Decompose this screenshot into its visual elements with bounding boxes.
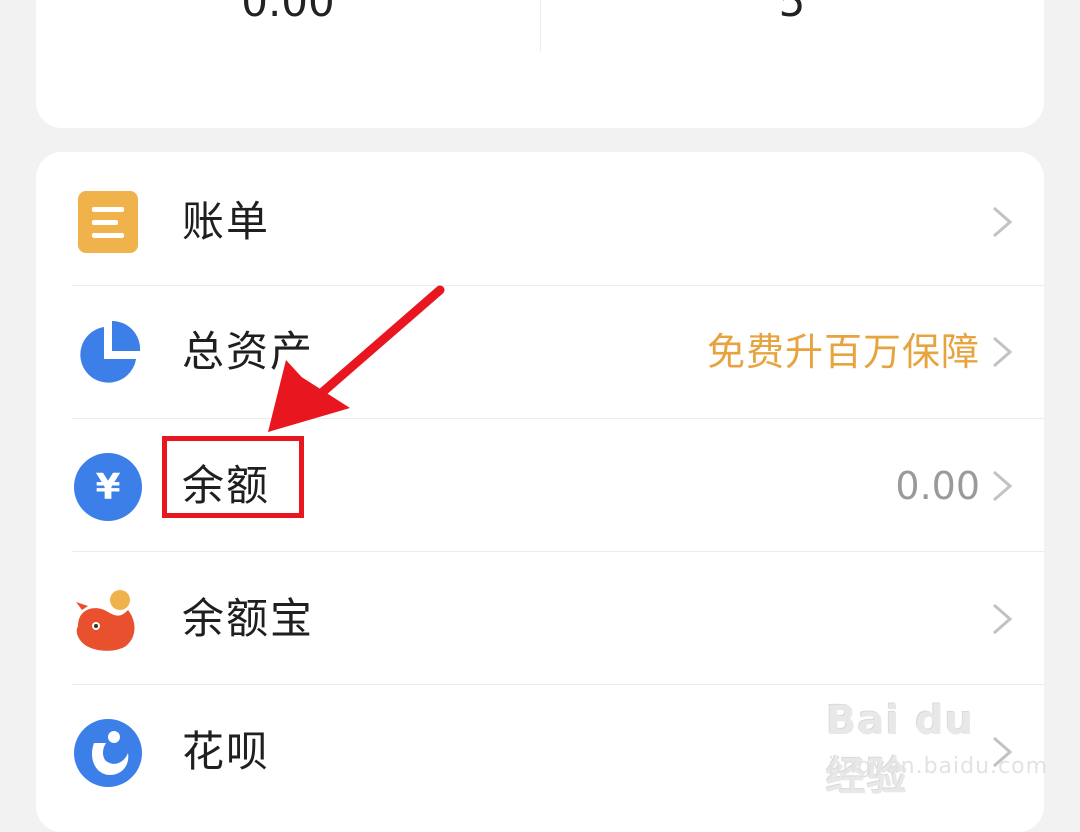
- stat-value-left[interactable]: 0.00: [88, 0, 488, 28]
- row-divider: [72, 684, 1044, 685]
- chevron-right-icon: [993, 470, 1013, 502]
- balance-amount: 0.00: [895, 464, 980, 508]
- menu-item-label: 总资产: [182, 327, 315, 376]
- stats-card: 0.00 5: [36, 0, 1044, 128]
- menu-item-bill[interactable]: 账单: [36, 156, 1044, 289]
- bill-icon: [78, 191, 138, 253]
- chevron-right-icon: [993, 206, 1013, 238]
- stat-value-right[interactable]: 5: [592, 0, 992, 28]
- baidu-jingyan-watermark: Bai du 经验 jingyan.baidu.com: [826, 690, 1047, 800]
- stats-divider: [540, 0, 541, 52]
- chevron-right-icon: [993, 603, 1013, 635]
- chevron-right-icon: [993, 336, 1013, 368]
- pie-chart-icon: [80, 320, 141, 383]
- yuan-icon: ¥: [74, 453, 142, 521]
- yuebao-icon: [76, 590, 135, 651]
- huabei-icon: [74, 719, 142, 787]
- watermark-brand: Bai du 经验: [826, 698, 975, 800]
- menu-item-label: 余额宝: [182, 594, 315, 643]
- watermark-url: jingyan.baidu.com: [828, 754, 1049, 779]
- highlight-box-annotation: [162, 436, 304, 518]
- menu-item-yuebao[interactable]: 余额宝: [36, 553, 1044, 686]
- menu-item-label: 花呗: [182, 727, 271, 776]
- insurance-promo-text[interactable]: 免费升百万保障: [707, 324, 980, 380]
- row-divider: [72, 418, 1044, 419]
- svg-text:¥: ¥: [95, 467, 120, 508]
- row-divider: [72, 551, 1044, 552]
- menu-item-label: 账单: [182, 197, 271, 246]
- menu-item-total-assets[interactable]: 总资产 免费升百万保障: [36, 286, 1044, 419]
